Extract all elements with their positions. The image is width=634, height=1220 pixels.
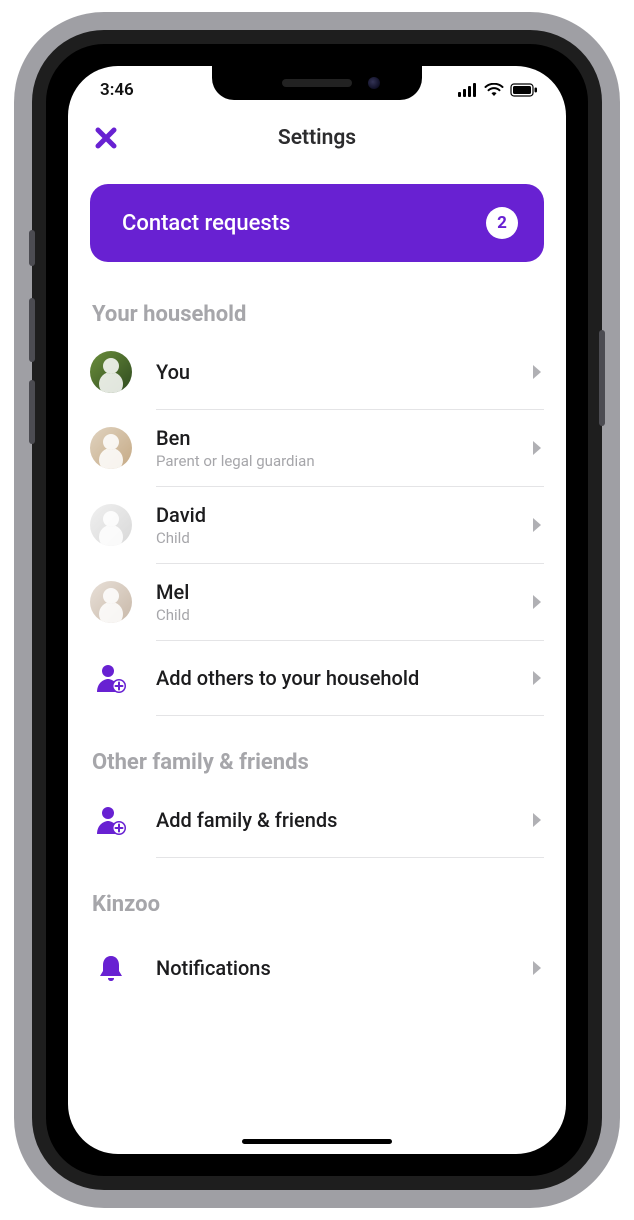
close-button[interactable]	[90, 122, 122, 154]
power-button[interactable]	[599, 330, 605, 426]
speaker-grill	[282, 79, 352, 87]
section-title-kinzoo: Kinzoo	[68, 858, 566, 925]
header: Settings	[68, 114, 566, 162]
section-title-friends: Other family & friends	[68, 716, 566, 783]
notifications-row[interactable]: Notifications	[68, 925, 566, 999]
household-row-david[interactable]: David Child	[68, 487, 566, 563]
volume-down-button[interactable]	[29, 380, 35, 444]
notch	[212, 66, 422, 100]
close-icon	[95, 127, 117, 149]
banner-badge: 2	[486, 207, 518, 239]
avatar	[90, 427, 132, 469]
cellular-icon	[458, 83, 478, 97]
row-title: Ben	[156, 426, 520, 450]
front-camera	[368, 77, 380, 89]
row-subtitle: Parent or legal guardian	[156, 452, 520, 470]
chevron-right-icon	[530, 959, 544, 977]
household-row-ben[interactable]: Ben Parent or legal guardian	[68, 410, 566, 486]
mute-switch[interactable]	[29, 230, 35, 266]
phone-frame: 3:46	[32, 30, 602, 1190]
row-subtitle: Child	[156, 529, 520, 547]
section-title-household: Your household	[68, 262, 566, 335]
household-row-you[interactable]: You	[68, 335, 566, 409]
contact-requests-banner[interactable]: Contact requests 2	[90, 184, 544, 262]
avatar	[90, 581, 132, 623]
row-title: Add others to your household	[156, 666, 520, 690]
home-indicator[interactable]	[242, 1139, 392, 1144]
row-title: Notifications	[156, 956, 520, 980]
household-row-mel[interactable]: Mel Child	[68, 564, 566, 640]
chevron-right-icon	[530, 593, 544, 611]
status-time: 3:46	[100, 80, 134, 100]
avatar	[90, 351, 132, 393]
add-person-icon	[90, 799, 132, 841]
row-subtitle: Child	[156, 606, 520, 624]
row-title: David	[156, 503, 520, 527]
volume-up-button[interactable]	[29, 298, 35, 362]
add-household-button[interactable]: Add others to your household	[68, 641, 566, 715]
add-friends-button[interactable]: Add family & friends	[68, 783, 566, 857]
page-title: Settings	[278, 126, 356, 150]
chevron-right-icon	[530, 439, 544, 457]
row-title: Mel	[156, 580, 520, 604]
row-title: You	[156, 360, 520, 384]
chevron-right-icon	[530, 363, 544, 381]
chevron-right-icon	[530, 811, 544, 829]
avatar	[90, 504, 132, 546]
battery-icon	[510, 83, 538, 97]
banner-label: Contact requests	[122, 211, 290, 236]
wifi-icon	[484, 83, 504, 97]
bell-icon	[90, 947, 132, 989]
row-title: Add family & friends	[156, 808, 520, 832]
chevron-right-icon	[530, 516, 544, 534]
add-person-icon	[90, 657, 132, 699]
screen: 3:46	[68, 66, 566, 1154]
chevron-right-icon	[530, 669, 544, 687]
